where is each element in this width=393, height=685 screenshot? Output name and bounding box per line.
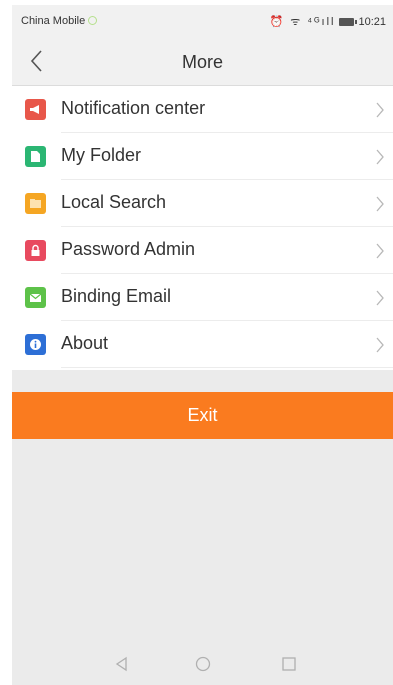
status-bar: China Mobile ⏰ ᯤ ⁴ᴳıll 10:21 [12,5,393,38]
chevron-right-icon [376,196,384,212]
header: More [12,38,393,86]
menu-item-label: Notification center [61,98,206,118]
chevron-right-icon [376,243,384,259]
menu-item-about[interactable]: About [12,321,393,368]
menu-item-label: Local Search [61,192,167,212]
recents-square-icon[interactable] [280,655,298,673]
menu-item-label: Password Admin [61,239,196,259]
phone-screen: China Mobile ⏰ ᯤ ⁴ᴳıll 10:21 More Notifi… [12,5,393,685]
status-time: 10:21 [358,15,386,28]
menu-item-local-search[interactable]: Local Search [12,180,393,227]
menu-item-label: Binding Email [61,286,172,306]
lock-icon [25,240,46,261]
menu-item-binding-email[interactable]: Binding Email [12,274,393,321]
status-icons: ⏰ ᯤ ⁴ᴳıll [269,16,336,28]
home-circle-icon[interactable] [194,655,212,673]
menu-list: Notification center My Folder Local Sear… [12,86,393,370]
menu-item-my-folder[interactable]: My Folder [12,133,393,180]
info-icon [25,334,46,355]
status-right: ⏰ ᯤ ⁴ᴳıll 10:21 [269,14,386,29]
chevron-right-icon [376,337,384,353]
menu-item-label: About [61,333,109,353]
network-indicator-icon [88,16,98,25]
chevron-right-icon [376,149,384,165]
megaphone-icon [25,99,46,120]
carrier-name: China Mobile [21,15,86,27]
back-triangle-icon[interactable] [113,655,131,673]
system-navigation-bar [12,643,393,685]
chevron-right-icon [376,102,384,118]
chevron-right-icon [376,290,384,306]
battery-icon [339,17,358,26]
menu-item-label: My Folder [61,145,142,165]
carrier-info: China Mobile [21,15,98,27]
mail-icon [25,287,46,308]
exit-button[interactable]: Exit [12,392,393,439]
menu-item-notification-center[interactable]: Notification center [12,86,393,133]
document-icon [25,146,46,167]
menu-item-password-admin[interactable]: Password Admin [12,227,393,274]
folder-icon [25,193,46,214]
page-title: More [181,52,223,72]
divider [61,367,393,368]
